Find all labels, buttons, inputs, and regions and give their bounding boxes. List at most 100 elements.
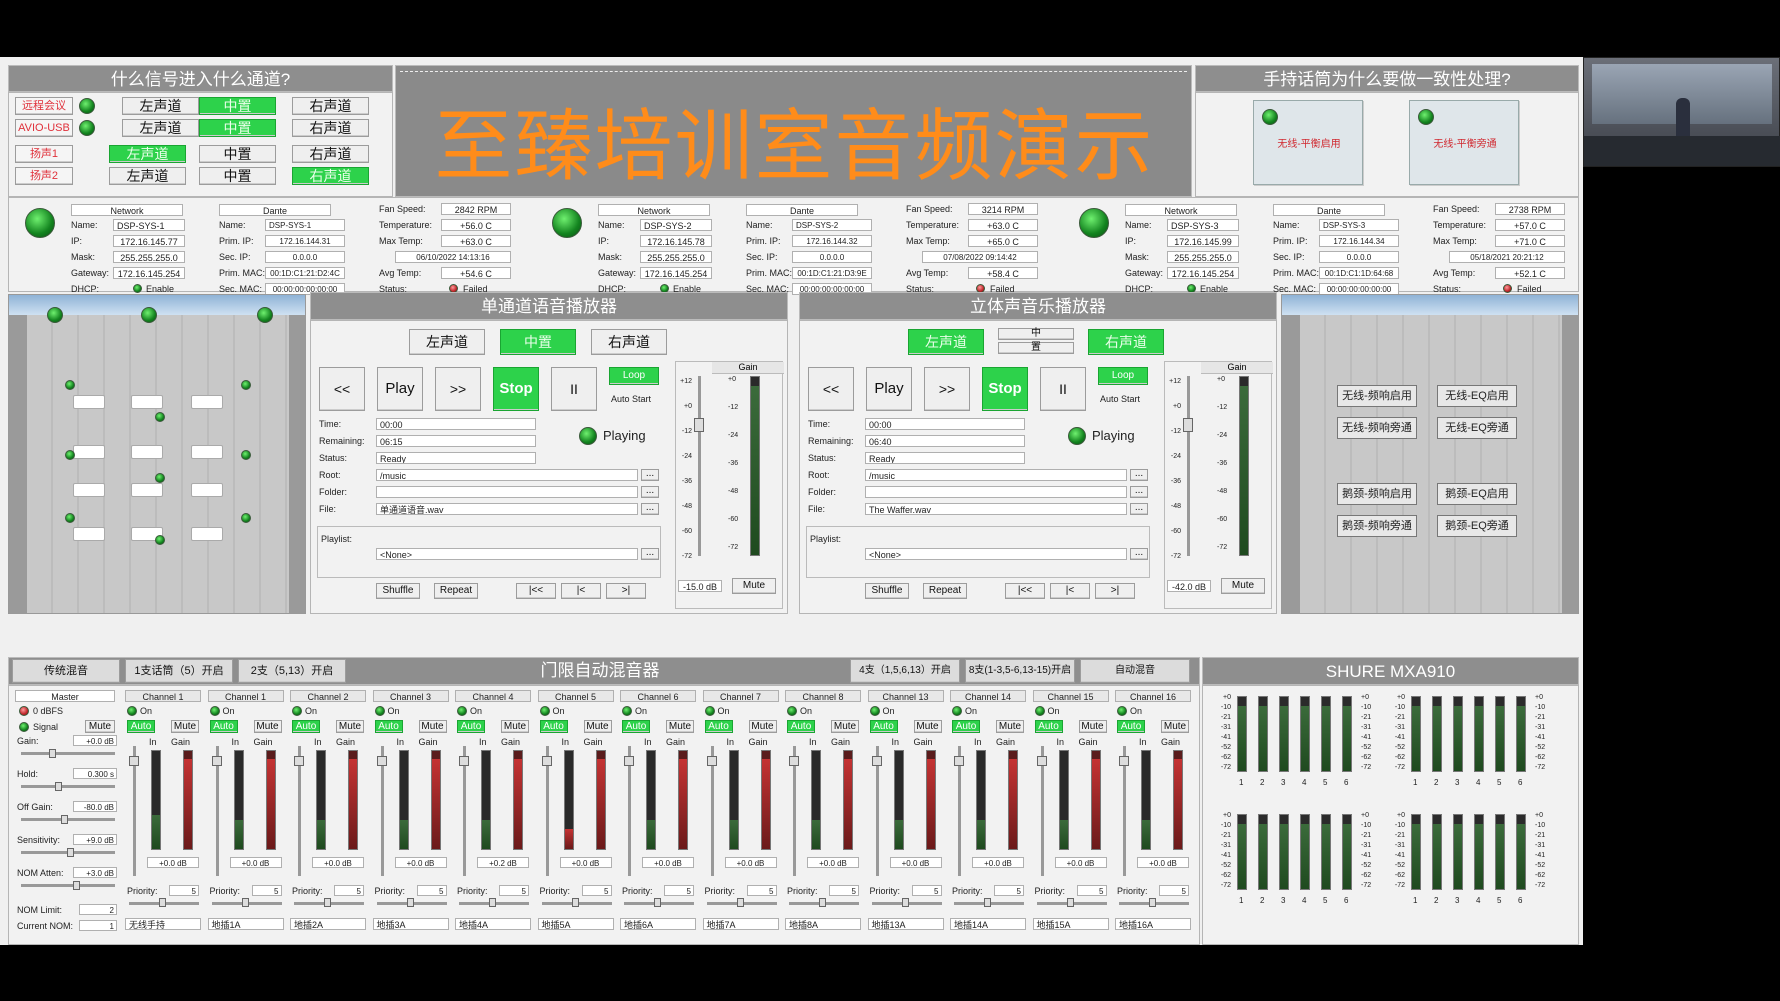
stereo-player-loop-button[interactable]: Loop [1098,367,1148,385]
channel-mute-button-12[interactable]: Mute [1161,720,1189,733]
channel-priority-slider-7[interactable] [736,898,744,907]
mono-player-next-button[interactable]: >| [606,583,646,599]
mix-preset-left-0[interactable]: 传统混音 [12,659,120,683]
ceiling-eq-button-1[interactable]: 无线-EQ启用 [1437,385,1517,407]
stereo-player-ffw-button[interactable]: >> [924,367,970,411]
ceiling-eq-button-2[interactable]: 无线-频响旁通 [1337,417,1417,439]
channel-mute-button-5[interactable]: Mute [583,720,612,733]
channel-auto-button-1[interactable]: Auto [209,720,238,733]
mono-player-prev-button[interactable]: |< [561,583,601,599]
mono-player-browse-file[interactable]: ... [641,503,659,515]
ceiling-eq-button-4[interactable]: 鹅颈-频响启用 [1337,483,1417,505]
mono-player-pause-button[interactable]: II [551,367,597,411]
channel-fader-3[interactable] [376,756,387,766]
channel-auto-button-8[interactable]: Auto [787,720,815,733]
stereo-player-browse-file[interactable]: ... [1130,503,1148,515]
mono-player-first-button[interactable]: |<< [516,583,556,599]
mix-preset-right-1[interactable]: 8支(1-3,5-6,13-15)开启 [965,659,1075,683]
stereo-player-shuffle-button[interactable]: Shuffle [865,583,909,599]
channel-fader-0[interactable] [129,756,139,766]
channel-fader-5[interactable] [541,756,552,766]
channel-mute-button-6[interactable]: Mute [666,720,694,733]
mix-preset-left-2[interactable]: 2支（5,13）开启 [238,659,346,683]
stereo-player-playlist-browse[interactable]: ... [1130,548,1148,560]
mono-player-browse-folder[interactable]: ... [641,486,659,498]
mono-player-browse-root[interactable]: ... [641,469,659,481]
stereo-player-prev-button[interactable]: |< [1050,583,1090,599]
channel-auto-button-2[interactable]: Auto [292,720,320,733]
channel-fader-9[interactable] [871,756,882,766]
mono-player-shuffle-button[interactable]: Shuffle [376,583,420,599]
channel-mute-button-1[interactable]: Mute [253,720,282,733]
channel-priority-slider-9[interactable] [901,898,909,907]
channel-mute-button-4[interactable]: Mute [501,720,529,733]
channel-priority-slider-5[interactable] [571,898,579,907]
channel-mute-button-2[interactable]: Mute [336,720,364,733]
channel-priority-slider-4[interactable] [489,898,496,907]
source-button-3[interactable]: 扬声2 [15,167,73,185]
channel-priority-slider-10[interactable] [984,898,991,907]
channel-auto-button-5[interactable]: Auto [539,720,568,733]
master-sens-slider[interactable] [67,848,74,857]
master-hold-slider[interactable] [55,782,62,791]
stereo-player-next-button[interactable]: >| [1095,583,1135,599]
ceiling-eq-button-0[interactable]: 无线-频响启用 [1337,385,1417,407]
channel-auto-button-12[interactable]: Auto [1117,720,1145,733]
mono-player-play-button[interactable]: Play [377,367,423,411]
source-button-0[interactable]: 远程会议 [15,97,73,115]
handheld-card-1[interactable]: 无线-平衡旁通 [1409,100,1519,185]
mono-player-playlist-browse[interactable]: ... [641,548,659,560]
mono-player-channel-1[interactable]: 中置 [500,329,576,355]
mono-player-gain-fader[interactable] [694,418,704,432]
route-right-button-3[interactable]: 右声道 [292,167,369,185]
route-left-button-2[interactable]: 左声道 [109,145,186,163]
ceiling-eq-button-7[interactable]: 鹅颈-EQ旁通 [1437,515,1517,537]
route-left-button-0[interactable]: 左声道 [122,97,199,115]
master-nom-slider[interactable] [73,881,80,890]
route-left-button-1[interactable]: 左声道 [122,119,199,137]
channel-fader-1[interactable] [211,756,222,766]
mono-player-mute-button[interactable]: Mute [732,578,776,594]
channel-mute-button-9[interactable]: Mute [913,720,942,733]
stereo-player-browse-root[interactable]: ... [1130,469,1148,481]
channel-priority-slider-1[interactable] [241,898,249,907]
stereo-player-stop-button[interactable]: Stop [982,367,1028,411]
channel-fader-12[interactable] [1119,756,1129,766]
channel-priority-slider-6[interactable] [654,898,661,907]
mono-player-loop-button[interactable]: Loop [609,367,659,385]
mono-player-repeat-button[interactable]: Repeat [434,583,478,599]
channel-mute-button-0[interactable]: Mute [171,720,199,733]
channel-auto-button-6[interactable]: Auto [622,720,650,733]
source-button-1[interactable]: AVIO-USB [15,119,73,137]
channel-fader-10[interactable] [954,756,964,766]
stereo-player-channel-right[interactable]: 右声道 [1088,329,1164,355]
mono-player-rew-button[interactable]: << [319,367,365,411]
mono-player-channel-2[interactable]: 右声道 [591,329,667,355]
channel-mute-button-7[interactable]: Mute [748,720,777,733]
mono-player-channel-0[interactable]: 左声道 [409,329,485,355]
channel-priority-slider-12[interactable] [1149,898,1156,907]
channel-auto-button-3[interactable]: Auto [374,720,403,733]
channel-fader-2[interactable] [294,756,304,766]
route-right-button-1[interactable]: 右声道 [292,119,369,137]
route-center-button-2[interactable]: 中置 [199,145,276,163]
channel-fader-4[interactable] [459,756,469,766]
stereo-player-browse-folder[interactable]: ... [1130,486,1148,498]
channel-priority-slider-11[interactable] [1066,898,1074,907]
mix-preset-right-0[interactable]: 4支（1,5,6,13）开启 [850,659,960,683]
stereo-player-mute-button[interactable]: Mute [1221,578,1265,594]
channel-priority-slider-2[interactable] [324,898,331,907]
channel-fader-7[interactable] [706,756,717,766]
route-center-button-1[interactable]: 中置 [199,119,276,137]
channel-priority-slider-3[interactable] [406,898,414,907]
channel-mute-button-3[interactable]: Mute [418,720,447,733]
channel-auto-button-4[interactable]: Auto [457,720,485,733]
mix-preset-left-1[interactable]: 1支话筒（5）开启 [125,659,233,683]
stereo-player-channel-center-a[interactable]: 中 [998,328,1074,340]
stereo-player-gain-fader[interactable] [1183,418,1193,432]
ceiling-eq-button-5[interactable]: 鹅颈-EQ启用 [1437,483,1517,505]
route-right-button-2[interactable]: 右声道 [292,145,369,163]
ceiling-eq-button-3[interactable]: 无线-EQ旁通 [1437,417,1517,439]
channel-fader-8[interactable] [789,756,799,766]
mono-player-ffw-button[interactable]: >> [435,367,481,411]
